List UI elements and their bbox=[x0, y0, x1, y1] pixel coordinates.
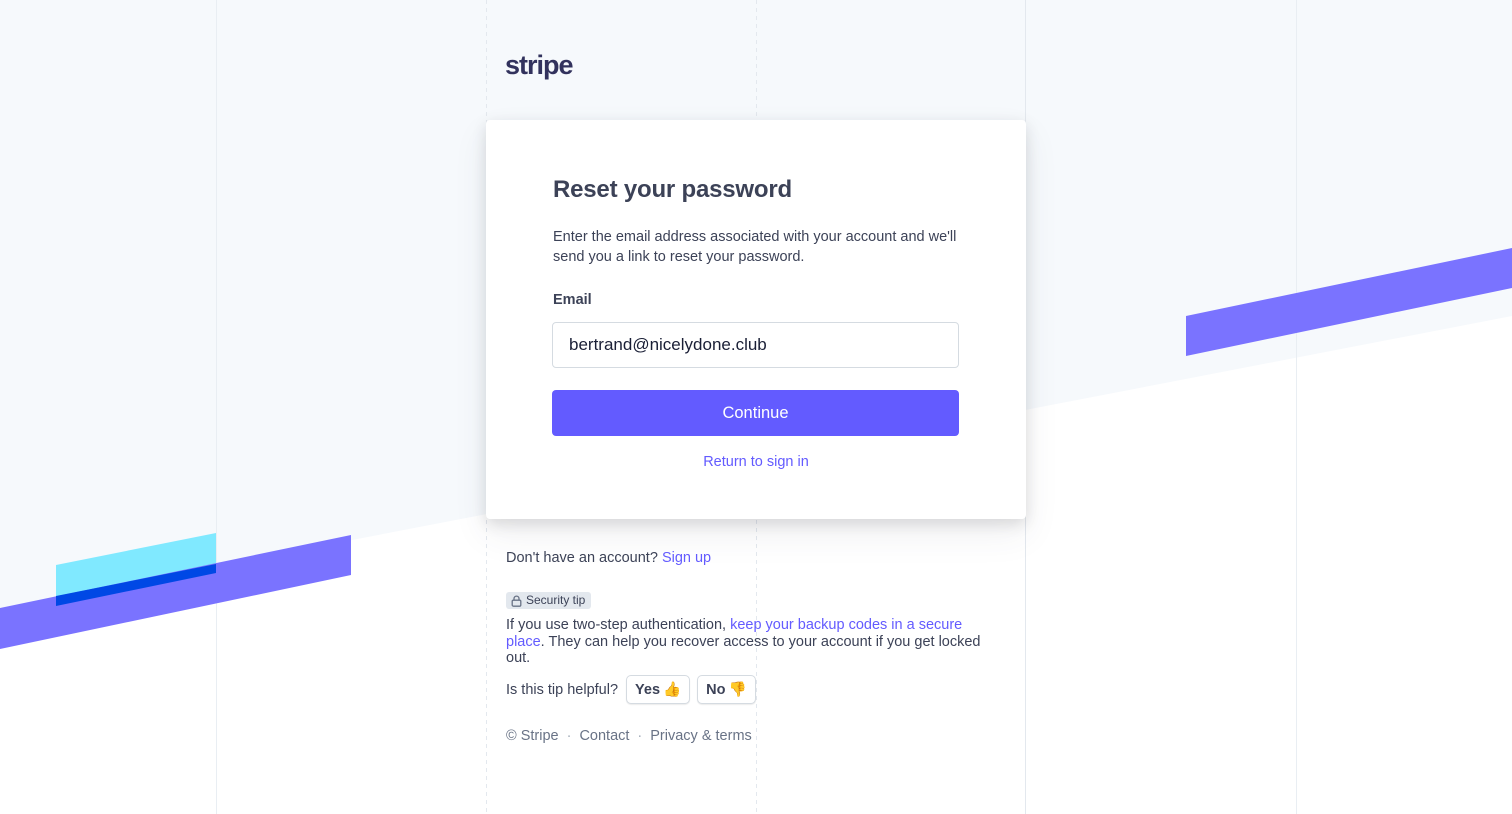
email-label: Email bbox=[553, 292, 592, 308]
security-tip-badge: Security tip bbox=[506, 592, 592, 609]
continue-button[interactable]: Continue bbox=[552, 390, 959, 436]
tip-text-after: . They can help you recover access to yo… bbox=[506, 633, 981, 667]
tip-no-label: No bbox=[706, 681, 726, 698]
tip-no-button[interactable]: No 👎 bbox=[697, 675, 756, 704]
thumbs-up-icon: 👍 bbox=[663, 682, 682, 698]
footer-separator: · bbox=[637, 728, 643, 744]
footer-copyright-link[interactable]: © Stripe bbox=[506, 728, 559, 744]
page: stripe Reset your password Enter the ema… bbox=[0, 0, 1512, 814]
footer-privacy-link[interactable]: Privacy & terms bbox=[650, 728, 752, 744]
footer: © Stripe · Contact · Privacy & terms bbox=[506, 728, 752, 744]
footer-contact-link[interactable]: Contact bbox=[579, 728, 629, 744]
lock-icon bbox=[511, 594, 522, 607]
tip-text-before: If you use two-step authentication, bbox=[506, 617, 731, 633]
tip-feedback: Is this tip helpful? Yes 👍 No 👎 bbox=[506, 675, 756, 704]
return-to-sign-in-link[interactable]: Return to sign in bbox=[486, 454, 1026, 470]
signup-prompt: Don't have an account? Sign up bbox=[506, 550, 996, 566]
footer-separator: · bbox=[566, 728, 572, 744]
stripe-logo[interactable]: stripe bbox=[505, 50, 574, 81]
email-field[interactable] bbox=[552, 322, 959, 368]
tip-yes-label: Yes bbox=[635, 681, 661, 698]
thumbs-down-icon: 👎 bbox=[728, 682, 747, 698]
tip-yes-button[interactable]: Yes 👍 bbox=[626, 675, 691, 704]
sign-up-link[interactable]: Sign up bbox=[662, 550, 711, 566]
signup-prompt-text: Don't have an account? bbox=[506, 550, 658, 566]
instructions-text: Enter the email address associated with … bbox=[553, 229, 957, 265]
tip-feedback-question: Is this tip helpful? bbox=[506, 681, 619, 698]
security-tip-label: Security tip bbox=[526, 593, 586, 607]
reset-password-card: Reset your password Enter the email addr… bbox=[486, 120, 1026, 519]
security-tip-text: If you use two-step authentication, keep… bbox=[506, 617, 991, 667]
page-title: Reset your password bbox=[553, 176, 792, 203]
